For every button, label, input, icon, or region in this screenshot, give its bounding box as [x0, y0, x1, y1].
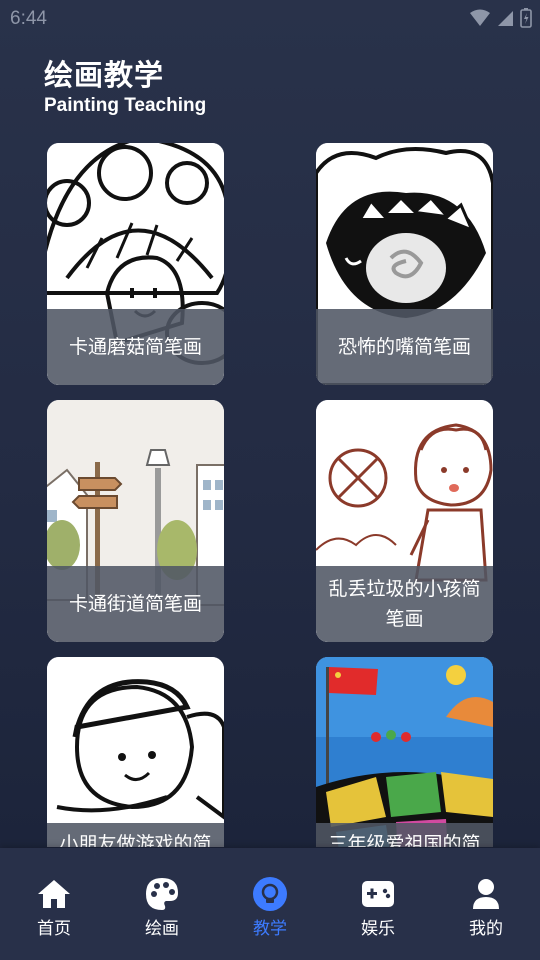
nav-label: 教学 [253, 919, 287, 939]
nav-item-draw[interactable]: 绘画 [108, 848, 216, 960]
palette-icon [144, 876, 180, 912]
nav-label: 我的 [469, 919, 503, 939]
tutorial-card[interactable]: 乱丢垃圾的小孩简笔画 [316, 400, 493, 642]
tutorial-grid: 卡通磨菇简笔画 恐怖的嘴简笔画 卡通街道简笔画 乱丢垃圾的小孩简笔画 小朋友做游… [0, 143, 540, 847]
nav-item-home[interactable]: 首页 [0, 848, 108, 960]
card-title: 卡通街道简笔画 [47, 566, 224, 642]
battery-icon [520, 8, 532, 28]
signal-icon [498, 11, 513, 26]
tutorial-card[interactable]: 小朋友做游戏的简 [47, 657, 224, 847]
card-title: 恐怖的嘴简笔画 [316, 309, 493, 385]
status-time: 6:44 [10, 8, 47, 29]
user-icon [468, 876, 504, 912]
nav-item-teaching[interactable]: 教学 [216, 848, 324, 960]
tutorial-card[interactable]: 三年级爱祖国的简 [316, 657, 493, 847]
page-title: 绘画教学 [44, 58, 165, 92]
card-title: 卡通磨菇简笔画 [47, 309, 224, 385]
card-title: 小朋友做游戏的简 [47, 823, 224, 847]
page-subtitle: Painting Teaching [44, 95, 207, 116]
nav-label: 娱乐 [361, 919, 395, 939]
lightbulb-icon [252, 876, 288, 912]
kids-playing-drawing-image [47, 657, 224, 847]
home-icon [36, 876, 72, 912]
nav-label: 首页 [37, 919, 71, 939]
tutorial-card[interactable]: 恐怖的嘴简笔画 [316, 143, 493, 385]
tutorial-card[interactable]: 卡通磨菇简笔画 [47, 143, 224, 385]
nav-item-profile[interactable]: 我的 [432, 848, 540, 960]
nav-item-entertainment[interactable]: 娱乐 [324, 848, 432, 960]
nav-label: 绘画 [145, 919, 179, 939]
tutorial-card[interactable]: 卡通街道简笔画 [47, 400, 224, 642]
gamepad-icon [360, 876, 396, 912]
patriotic-drawing-image [316, 657, 493, 847]
card-title: 三年级爱祖国的简 [316, 823, 493, 847]
wifi-icon [470, 9, 490, 26]
status-bar: 6:44 [0, 0, 540, 36]
bottom-nav: 首页 绘画 教学 娱乐 我的 [0, 848, 540, 960]
status-icons [470, 8, 532, 28]
card-title: 乱丢垃圾的小孩简笔画 [316, 566, 493, 642]
